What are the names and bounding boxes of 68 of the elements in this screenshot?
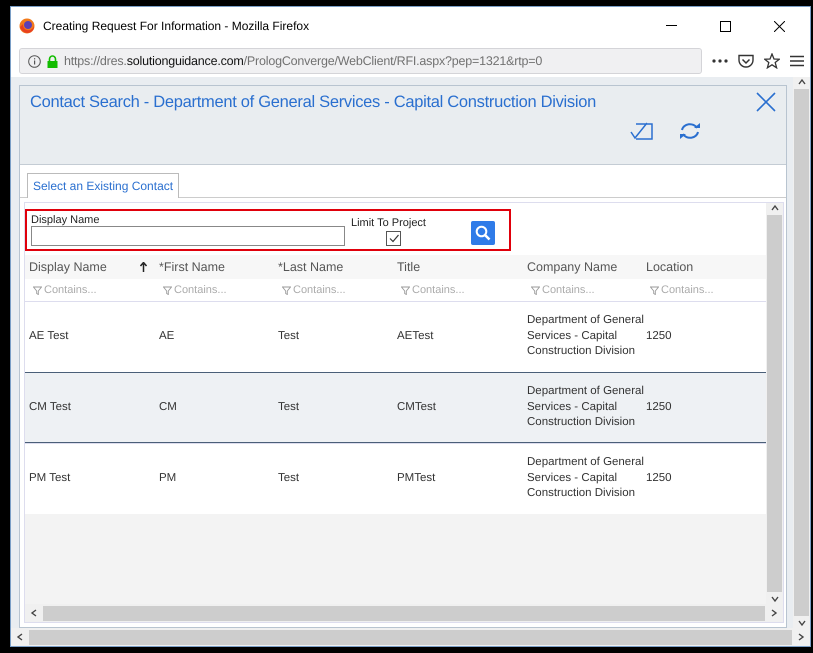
scroll-right-icon[interactable] xyxy=(769,608,779,618)
column-header[interactable]: Location xyxy=(646,260,694,274)
scroll-left-icon[interactable] xyxy=(29,608,39,618)
table-row[interactable]: PM Test PM Test PMTest Department of General Services - Capital Construction Division 1250 xyxy=(25,443,766,514)
scrollbar[interactable] xyxy=(11,628,810,646)
scroll-right-icon[interactable] xyxy=(796,632,806,642)
window-title: Creating Request For Information - Mozilla Firefox xyxy=(43,19,310,33)
table-cell-text: 1250 xyxy=(646,470,673,486)
url-text: https://dres.solutionguidance.com/PrologConverge/WebClient/RFI.aspx?pep=1321&rtp=0 xyxy=(64,54,542,68)
pocket-icon[interactable] xyxy=(738,54,754,68)
table-row[interactable]: CM Test CM Test CMTest Department of General Services - Capital Construction Division 1250 xyxy=(25,372,766,443)
scrollbar[interactable] xyxy=(793,77,810,628)
table-cell-text: PM Test xyxy=(29,470,72,486)
table-cell-text: AE Test xyxy=(29,328,70,344)
filter-icon[interactable] xyxy=(282,286,291,294)
scroll-down-icon[interactable] xyxy=(770,594,780,604)
table-cell-text: Test xyxy=(278,400,300,415)
table-cell-text: Department of General Services - Capital Construction Division xyxy=(527,384,645,430)
table-cell-text: AETest xyxy=(397,328,434,344)
browser-logo-icon xyxy=(19,18,35,34)
scroll-down-icon[interactable] xyxy=(796,618,806,628)
table-cell-text: 1250 xyxy=(646,328,673,344)
close-icon[interactable] xyxy=(774,20,784,32)
sort-arrow-icon[interactable] xyxy=(140,262,147,272)
table-cell-text: Department of General Services - Capital Construction Division xyxy=(527,455,645,502)
table-cell-text: CMTest xyxy=(397,400,437,415)
scroll-up-icon[interactable] xyxy=(796,77,806,87)
field-label: Limit To Project xyxy=(351,217,427,229)
menu-icon[interactable] xyxy=(790,55,804,67)
scrollbar[interactable] xyxy=(766,203,783,604)
checkbox-edit-icon[interactable] xyxy=(630,122,654,140)
search-button[interactable] xyxy=(471,221,495,245)
table-cell-text: Test xyxy=(278,328,300,344)
table-cell-text: Test xyxy=(278,470,300,486)
table-row[interactable]: AE Test AE Test AETest Department of General Services - Capital Construction Division 1250 xyxy=(25,301,766,372)
filter-icon[interactable] xyxy=(531,286,540,294)
column-header[interactable]: Company Name xyxy=(527,260,618,274)
filter-icon[interactable] xyxy=(33,286,42,294)
column-header[interactable]: Title xyxy=(397,260,420,274)
filter-icon[interactable] xyxy=(163,286,172,294)
tab[interactable]: Select an Existing Contact xyxy=(27,173,180,198)
display-name-field[interactable] xyxy=(31,226,345,246)
checkmark-icon[interactable] xyxy=(388,234,398,243)
scroll-up-icon[interactable] xyxy=(770,203,780,213)
dialog-title: Contact Search - Department of General Services - Capital Construction Division xyxy=(30,92,596,112)
limit-checkbox[interactable] xyxy=(386,231,401,246)
column-header[interactable]: *First Name xyxy=(159,260,225,274)
filter-icon[interactable] xyxy=(650,286,659,294)
table-cell-text: Department of General Services - Capital Construction Division xyxy=(527,313,645,360)
filter-icon[interactable] xyxy=(401,286,410,294)
field-label: Display Name xyxy=(31,214,100,226)
scrollbar[interactable] xyxy=(25,604,783,622)
column-header[interactable]: Display Name xyxy=(29,260,107,274)
maximize-icon[interactable] xyxy=(720,20,730,32)
column-header[interactable]: *Last Name xyxy=(278,260,344,274)
address-field[interactable]: https://dres.solutionguidance.com/PrologConverge/WebClient/RFI.aspx?pep=1321&rtp=0 xyxy=(19,48,702,74)
table-cell-text: AE xyxy=(159,328,176,344)
scroll-left-icon[interactable] xyxy=(15,632,25,642)
star-icon[interactable] xyxy=(764,53,780,69)
table-cell-text: PM xyxy=(159,470,178,486)
info-icon[interactable] xyxy=(28,54,41,68)
minimize-icon[interactable] xyxy=(666,25,676,27)
refresh-icon[interactable] xyxy=(678,122,702,140)
table-cell-text: PMTest xyxy=(397,470,436,486)
table-cell-text: CM xyxy=(159,400,178,415)
table-cell-text: 1250 xyxy=(646,400,673,415)
more-icon[interactable] xyxy=(712,59,728,63)
table-cell-text: CM Test xyxy=(29,400,72,415)
